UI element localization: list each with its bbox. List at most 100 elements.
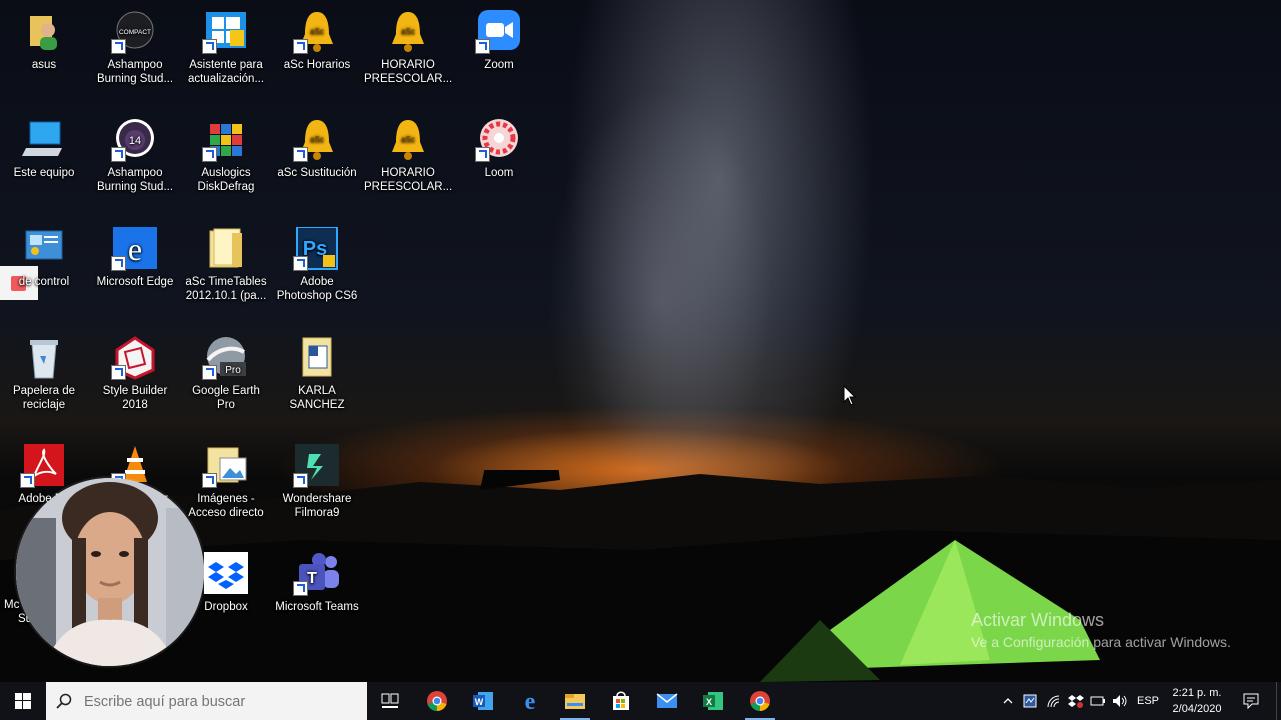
volume-button[interactable] (1110, 682, 1130, 720)
chevron-up-icon (1003, 698, 1013, 704)
svg-text:14: 14 (129, 135, 141, 147)
desktop-icon-horario-preescolar-2[interactable]: aSc HORARIO PREESCOLAR... (364, 118, 452, 194)
speaker-icon (1113, 695, 1127, 707)
task-view-button[interactable] (367, 682, 413, 720)
file-explorer-icon (565, 694, 585, 709)
taskbar: W e X (0, 682, 1281, 720)
action-center-button[interactable] (1240, 682, 1262, 720)
desktop-icon-imagenes[interactable]: Imágenes - Acceso directo (182, 444, 270, 520)
svg-text:e: e (128, 231, 142, 267)
desktop-icon-photoshop[interactable]: Ps Adobe Photoshop CS6 (273, 226, 361, 303)
taskbar-mail-button[interactable] (644, 682, 690, 720)
chrome-icon (427, 691, 447, 711)
recycle-bin-icon (20, 336, 68, 380)
desktop-icon-zoom[interactable]: Zoom (455, 10, 543, 72)
adobe-reader-icon (20, 444, 68, 488)
store-icon (613, 691, 629, 710)
desktop-icon-style-builder[interactable]: Style Builder 2018 (91, 336, 179, 412)
taskbar-search-box[interactable] (46, 682, 367, 720)
teams-icon: T (293, 552, 341, 596)
word-document-folder-icon (293, 336, 341, 380)
taskbar-file-explorer-button[interactable] (552, 682, 598, 720)
desktop-icon-asc-sustitucion[interactable]: aSc aSc Sustitución (273, 118, 361, 180)
taskbar-edge-button[interactable]: e (507, 682, 553, 720)
control-panel-icon (20, 227, 68, 271)
filmora-icon (293, 444, 341, 488)
desktop-icon-asc-horarios[interactable]: aSc aSc Horarios (273, 10, 361, 72)
windows-logo-icon (202, 10, 250, 54)
word-icon: W (473, 692, 493, 710)
svg-text:COMPACT: COMPACT (119, 29, 151, 36)
svg-text:X: X (706, 697, 712, 707)
computer-icon (20, 118, 68, 162)
edge-icon: e (111, 227, 159, 271)
desktop-icon-asc-timetables[interactable]: aSc TimeTables 2012.10.1 (pa... (182, 227, 270, 303)
taskbar-chrome-active-button[interactable] (737, 682, 783, 720)
loom-icon (475, 118, 523, 162)
ashampoo-icon: COMPACT (111, 10, 159, 54)
folder-icon (202, 227, 250, 271)
search-input[interactable] (82, 690, 356, 714)
desktop-icon-karla-sanchez[interactable]: KARLA SANCHEZ (273, 336, 361, 412)
taskbar-excel-button[interactable]: X (690, 682, 736, 720)
dropbox-tray-button[interactable] (1066, 682, 1086, 720)
desktop-icon-google-earth-pro[interactable]: Pro Google Earth Pro (182, 336, 270, 412)
start-button[interactable] (0, 682, 46, 720)
search-icon (56, 693, 72, 709)
desktop-icon-asus[interactable]: asus (0, 10, 88, 72)
taskbar-word-button[interactable]: W (460, 682, 506, 720)
user-folder-icon (20, 10, 68, 54)
clock-time: 2:21 p. m. (1172, 687, 1222, 699)
svg-text:aSc: aSc (401, 135, 415, 144)
taskbar-store-button[interactable] (598, 682, 644, 720)
input-language-button[interactable]: ESP (1134, 682, 1162, 720)
desktop-icon-microsoft-teams[interactable]: T Microsoft Teams (273, 552, 361, 614)
svg-text:aSc: aSc (310, 135, 324, 144)
activation-watermark-title: Activar Windows (971, 610, 1105, 630)
battery-button[interactable] (1088, 682, 1108, 720)
desktop-icon-this-pc[interactable]: Este equipo (0, 118, 88, 180)
bell-icon: aSc (384, 10, 432, 54)
desktop-icon-recycle-bin[interactable]: Papelera de reciclaje (0, 336, 88, 412)
svg-text:aSc: aSc (401, 27, 415, 36)
webcam-overlay[interactable] (16, 478, 204, 666)
excel-icon: X (703, 692, 723, 710)
windows-start-icon (15, 693, 31, 709)
desktop-icon-ashampoo-14[interactable]: 14 Ashampoo Burning Stud... (91, 118, 179, 194)
svg-text:e: e (525, 690, 536, 712)
dropbox-icon (202, 552, 250, 596)
edge-icon: e (525, 690, 536, 712)
chrome-icon (750, 691, 770, 711)
bell-icon: aSc (384, 118, 432, 162)
wifi-icon (1047, 695, 1060, 708)
tray-app-icon (1023, 694, 1037, 708)
dropbox-tray-icon (1068, 695, 1084, 708)
activation-watermark-subtitle: Ve a Configuración para activar Windows. (971, 634, 1231, 650)
svg-text:W: W (475, 697, 484, 707)
desktop-icon-ashampoo-compact[interactable]: COMPACT Ashampoo Burning Stud... (91, 10, 179, 86)
presenter-video (16, 478, 204, 666)
taskbar-chrome-button[interactable] (414, 682, 460, 720)
tray-app-button[interactable] (1020, 682, 1040, 720)
bell-icon: aSc (293, 118, 341, 162)
pictures-folder-icon (202, 444, 250, 488)
desktop-icon-control-panel[interactable]: de control (0, 227, 88, 289)
desktop-icon-horario-preescolar-1[interactable]: aSc HORARIO PREESCOLAR... (364, 10, 452, 86)
desktop-icon-update-assistant[interactable]: Asistente para actualización... (182, 10, 270, 86)
desktop-icon-auslogics-diskdefrag[interactable]: Auslogics DiskDefrag (182, 118, 270, 194)
style-builder-icon (111, 336, 159, 380)
show-hidden-icons-button[interactable] (998, 682, 1018, 720)
ashampoo-icon: 14 (111, 118, 159, 162)
desktop-icon-microsoft-edge[interactable]: e Microsoft Edge (91, 227, 179, 289)
svg-text:Pro: Pro (225, 365, 241, 376)
desktop-icon-loom[interactable]: Loom (455, 118, 543, 180)
defrag-icon (202, 118, 250, 162)
show-desktop-button[interactable] (1276, 682, 1281, 720)
network-button[interactable] (1044, 682, 1064, 720)
clock-date: 2/04/2020 (1172, 703, 1222, 715)
desktop-icon-filmora[interactable]: Wondershare Filmora9 (273, 444, 361, 520)
taskbar-clock[interactable]: 2:21 p. m. 2/04/2020 (1164, 685, 1230, 717)
photoshop-icon: Ps (293, 226, 341, 271)
task-view-icon (381, 693, 399, 708)
bell-icon: aSc (293, 10, 341, 54)
